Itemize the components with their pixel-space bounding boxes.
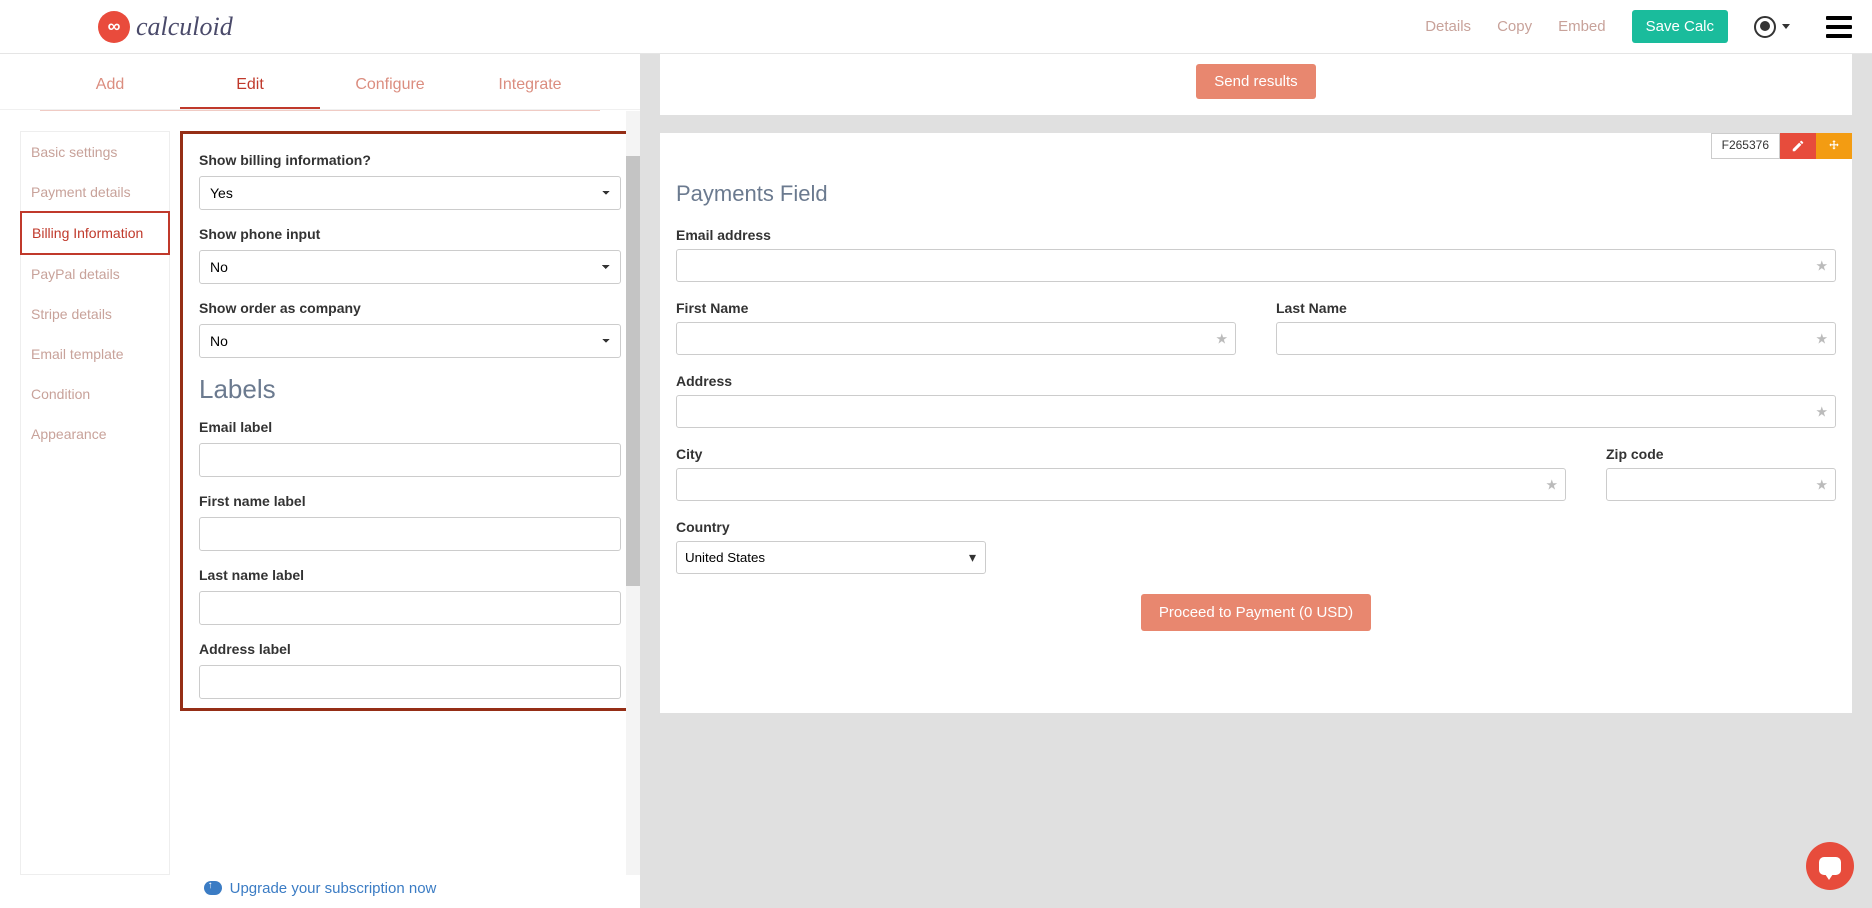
star-icon: ★ [1215, 330, 1228, 347]
star-icon: ★ [1815, 476, 1828, 493]
tabs: Add Edit Configure Integrate [0, 64, 640, 110]
last-name-input[interactable] [1276, 322, 1836, 355]
first-name-input[interactable] [676, 322, 1236, 355]
tab-add[interactable]: Add [40, 64, 180, 109]
save-calc-button[interactable]: Save Calc [1632, 10, 1728, 43]
address-label: Address [676, 373, 1836, 389]
show-billing-label: Show billing information? [199, 152, 621, 168]
first-name-label: First Name [676, 300, 1236, 316]
payments-field-card: F265376 Payments Field Email address ★ F… [660, 133, 1852, 713]
star-icon: ★ [1815, 403, 1828, 420]
logo-text: calculoid [136, 12, 233, 42]
star-icon: ★ [1815, 330, 1828, 347]
email-address-input[interactable] [676, 249, 1836, 282]
country-select[interactable]: United States [676, 541, 986, 574]
nav-details[interactable]: Details [1425, 18, 1471, 35]
show-phone-select[interactable]: No [199, 250, 621, 284]
proceed-payment-button[interactable]: Proceed to Payment (0 USD) [1141, 594, 1371, 631]
scrollbar-thumb[interactable] [626, 156, 640, 586]
payments-field-title: Payments Field [676, 181, 1842, 207]
first-name-label-input[interactable] [199, 517, 621, 551]
labels-header: Labels [199, 374, 621, 405]
address-input[interactable] [676, 395, 1836, 428]
edit-panel: Show billing information? Yes Show phone… [180, 131, 640, 711]
side-basic-settings[interactable]: Basic settings [21, 132, 169, 172]
last-name-label-input[interactable] [199, 591, 621, 625]
tab-configure[interactable]: Configure [320, 64, 460, 109]
move-icon [1827, 139, 1841, 153]
side-condition[interactable]: Condition [21, 374, 169, 414]
nav-copy[interactable]: Copy [1497, 18, 1532, 35]
show-company-label: Show order as company [199, 300, 621, 316]
upgrade-link[interactable]: Upgrade your subscription now [204, 880, 437, 897]
send-results-button[interactable]: Send results [1196, 64, 1315, 99]
tab-integrate[interactable]: Integrate [460, 64, 600, 109]
field-id-badge: F265376 [1711, 133, 1780, 159]
star-icon: ★ [1815, 257, 1828, 274]
zip-input[interactable] [1606, 468, 1836, 501]
left-pane: Add Edit Configure Integrate Basic setti… [0, 54, 640, 908]
address-label-label: Address label [199, 641, 621, 657]
side-appearance[interactable]: Appearance [21, 414, 169, 454]
side-billing-information[interactable]: Billing Information [20, 211, 170, 255]
user-menu[interactable] [1754, 16, 1790, 38]
top-header: ∞ calculoid Details Copy Embed Save Calc [0, 0, 1872, 54]
nav-embed[interactable]: Embed [1558, 18, 1606, 35]
logo[interactable]: ∞ calculoid [98, 11, 233, 43]
edit-field-button[interactable] [1780, 133, 1816, 159]
move-field-button[interactable] [1816, 133, 1852, 159]
chat-widget[interactable] [1806, 842, 1854, 890]
hamburger-menu[interactable] [1826, 16, 1852, 38]
caret-down-icon [1782, 24, 1790, 29]
side-payment-details[interactable]: Payment details [21, 172, 169, 212]
user-icon [1754, 16, 1776, 38]
star-icon: ★ [1545, 476, 1558, 493]
side-email-template[interactable]: Email template [21, 334, 169, 374]
show-billing-select[interactable]: Yes [199, 176, 621, 210]
show-phone-label: Show phone input [199, 226, 621, 242]
email-address-label: Email address [676, 227, 1836, 243]
show-company-select[interactable]: No [199, 324, 621, 358]
pencil-icon [1791, 139, 1805, 153]
zip-label: Zip code [1606, 446, 1836, 462]
last-name-label-label: Last name label [199, 567, 621, 583]
city-label: City [676, 446, 1566, 462]
tab-edit[interactable]: Edit [180, 64, 320, 109]
first-name-label-label: First name label [199, 493, 621, 509]
side-paypal-details[interactable]: PayPal details [21, 254, 169, 294]
send-results-card: Send results [660, 54, 1852, 115]
address-label-input[interactable] [199, 665, 621, 699]
field-toolbar: F265376 [1711, 133, 1852, 159]
chat-icon [1819, 857, 1841, 875]
email-label-input[interactable] [199, 443, 621, 477]
cloud-upload-icon [204, 881, 222, 895]
side-menu: Basic settings Payment details Billing I… [20, 131, 170, 875]
header-right: Details Copy Embed Save Calc [1425, 10, 1852, 43]
upgrade-text: Upgrade your subscription now [230, 880, 437, 897]
country-label: Country [676, 519, 1836, 535]
city-input[interactable] [676, 468, 1566, 501]
logo-icon: ∞ [98, 11, 130, 43]
last-name-label: Last Name [1276, 300, 1836, 316]
email-label-label: Email label [199, 419, 621, 435]
preview-pane: Send results F265376 Payments Field Emai… [640, 54, 1872, 908]
side-stripe-details[interactable]: Stripe details [21, 294, 169, 334]
